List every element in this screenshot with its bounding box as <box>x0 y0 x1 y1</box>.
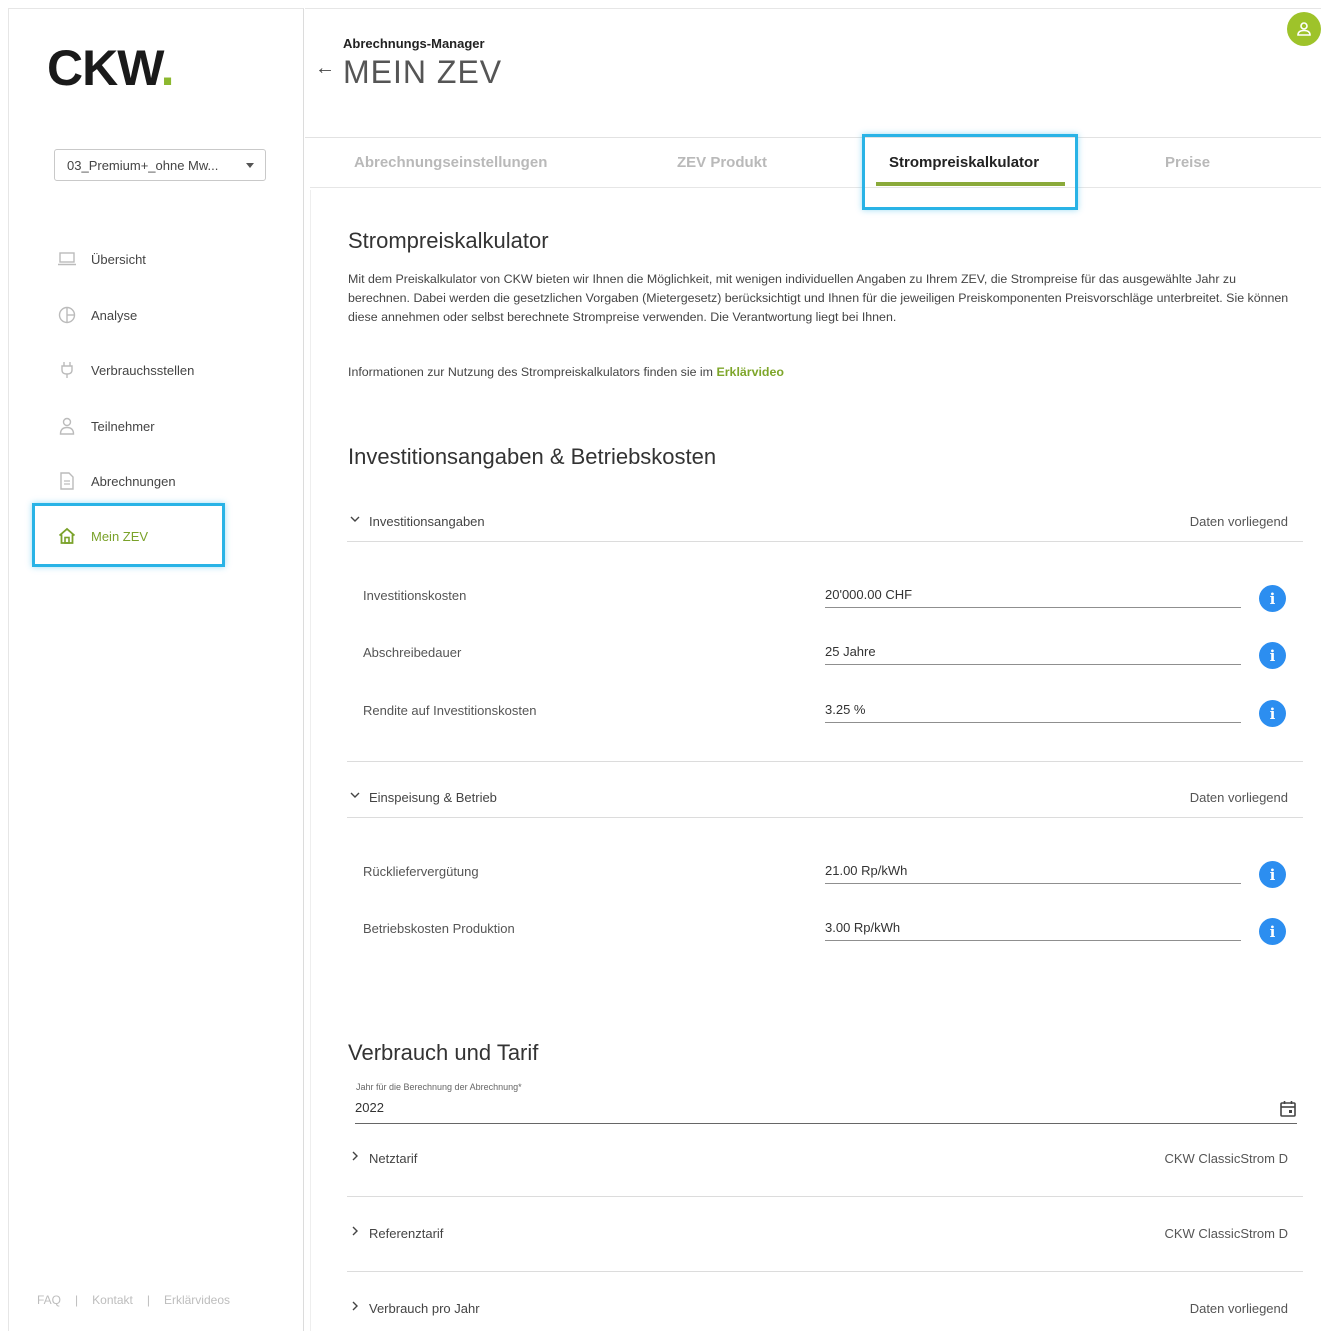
faq-link[interactable]: FAQ <box>37 1293 61 1307</box>
section-title-investment: Investitionsangaben & Betriebskosten <box>348 444 717 469</box>
accordion-value: Daten vorliegend <box>1189 1301 1288 1316</box>
field-label-betriebskosten: Betriebskosten Produktion <box>363 921 515 936</box>
year-value: 2022 <box>355 1100 384 1115</box>
info-icon[interactable]: i <box>1259 642 1286 669</box>
highlight-box-nav <box>32 503 225 567</box>
sidebar: CKW. 03_Premium+_ohne Mw... Übersicht An… <box>8 8 304 1331</box>
sidebar-item-label: Analyse <box>91 307 138 323</box>
tab-bar: Abrechnungseinstellungen ZEV Produkt Str… <box>310 140 1321 188</box>
explainer-videos-link[interactable]: Erklärvideos <box>164 1293 230 1307</box>
betriebskosten-input[interactable]: 3.00 Rp/kWh <box>825 917 1241 941</box>
sidebar-item-verbrauchsstellen[interactable]: Verbrauchsstellen <box>57 355 194 385</box>
rendite-input[interactable]: 3.25 % <box>825 699 1241 723</box>
project-select[interactable]: 03_Premium+_ohne Mw... <box>54 149 266 181</box>
chevron-right-icon <box>349 1225 361 1240</box>
sidebar-item-analyse[interactable]: Analyse <box>57 300 137 330</box>
info-icon[interactable]: i <box>1259 861 1286 888</box>
contact-link[interactable]: Kontakt <box>92 1293 133 1307</box>
investitionskosten-input[interactable]: 20'000.00 CHF <box>825 584 1241 608</box>
info-icon[interactable]: i <box>1259 700 1286 727</box>
chevron-down-icon <box>349 789 361 804</box>
sidebar-item-uebersicht[interactable]: Übersicht <box>57 244 146 274</box>
intro-text: Mit dem Preiskalkulator von CKW bieten w… <box>348 272 1289 324</box>
chevron-down-icon <box>349 513 361 528</box>
person-icon <box>1297 22 1311 36</box>
sidebar-item-label: Übersicht <box>91 251 146 267</box>
accordion-verbrauch-pro-jahr[interactable]: Verbrauch pro Jahr Daten vorliegend <box>347 1289 1303 1329</box>
year-field-label: Jahr für die Berechnung der Abrechnung* <box>356 1082 522 1092</box>
page-header: Abrechnungs-Manager ← MEIN ZEV <box>305 8 1321 138</box>
laptop-icon <box>57 250 77 268</box>
accordion-label: Investitionsangaben <box>369 514 485 529</box>
abschreibedauer-input[interactable]: 25 Jahre <box>825 641 1241 665</box>
chevron-right-icon <box>349 1150 361 1165</box>
section-title-strompreiskalkulator: Strompreiskalkulator <box>348 228 549 253</box>
sidebar-item-label: Teilnehmer <box>91 418 155 434</box>
section-divider <box>347 761 1303 762</box>
page-subtitle: Abrechnungs-Manager <box>343 36 485 51</box>
accordion-label: Netztarif <box>369 1151 418 1166</box>
accordion-status: Daten vorliegend <box>1189 790 1288 805</box>
accordion-label: Referenztarif <box>369 1226 444 1241</box>
user-avatar[interactable] <box>1287 12 1321 46</box>
field-label-investitionskosten: Investitionskosten <box>363 588 467 603</box>
info-icon[interactable]: i <box>1259 585 1286 612</box>
accordion-status: Daten vorliegend <box>1189 514 1288 529</box>
accordion-referenztarif[interactable]: Referenztarif CKW ClassicStrom D <box>347 1214 1303 1272</box>
ruecklieferverguetung-input[interactable]: 21.00 Rp/kWh <box>825 860 1241 884</box>
footer-separator: | <box>146 1293 150 1307</box>
calendar-icon[interactable] <box>1279 1100 1297 1121</box>
accordion-label: Einspeisung & Betrieb <box>369 790 497 805</box>
info-text-prefix: Informationen zur Nutzung des Strompreis… <box>348 365 714 379</box>
tab-abrechnungseinstellungen[interactable]: Abrechnungseinstellungen <box>354 154 547 171</box>
ckw-logo[interactable]: CKW. <box>47 43 175 93</box>
chevron-down-icon <box>246 163 254 168</box>
accordion-investitionsangaben[interactable]: Investitionsangaben Daten vorliegend <box>347 502 1303 542</box>
tab-preise[interactable]: Preise <box>1165 154 1210 171</box>
project-select-value: 03_Premium+_ohne Mw... <box>67 158 219 173</box>
main-content: Strompreiskalkulator Mit dem Preiskalkul… <box>310 190 1321 1331</box>
year-input[interactable]: 2022 <box>355 1100 1297 1124</box>
info-icon[interactable]: i <box>1259 918 1286 945</box>
section-title-verbrauch: Verbrauch und Tarif <box>348 1040 539 1065</box>
sidebar-item-teilnehmer[interactable]: Teilnehmer <box>57 411 155 441</box>
plug-icon <box>57 361 77 379</box>
footer-links: FAQ | Kontakt | Erklärvideos <box>37 1293 230 1307</box>
field-label-rendite: Rendite auf Investitionskosten <box>363 703 537 718</box>
field-label-abschreibedauer: Abschreibedauer <box>363 645 462 660</box>
accordion-einspeisung-betrieb[interactable]: Einspeisung & Betrieb Daten vorliegend <box>347 778 1303 818</box>
accordion-value: CKW ClassicStrom D <box>1164 1151 1288 1166</box>
accordion-value: CKW ClassicStrom D <box>1164 1226 1288 1241</box>
chevron-right-icon <box>349 1300 361 1315</box>
page-title: MEIN ZEV <box>343 54 503 90</box>
sidebar-item-label: Abrechnungen <box>91 473 176 489</box>
field-label-ruecklieferverguetung: Rückliefervergütung <box>363 864 479 879</box>
document-icon <box>57 472 77 490</box>
accordion-label: Verbrauch pro Jahr <box>369 1301 480 1316</box>
person-icon <box>57 417 77 435</box>
back-arrow-icon[interactable]: ← <box>315 57 335 80</box>
accordion-netztarif[interactable]: Netztarif CKW ClassicStrom D <box>347 1139 1303 1197</box>
info-text: Informationen zur Nutzung des Strompreis… <box>348 363 1293 382</box>
explainer-video-link[interactable]: Erklärvideo <box>716 365 784 379</box>
footer-separator: | <box>75 1293 79 1307</box>
sidebar-item-label: Verbrauchsstellen <box>91 362 195 378</box>
sidebar-item-abrechnungen[interactable]: Abrechnungen <box>57 466 176 496</box>
tab-zev-produkt[interactable]: ZEV Produkt <box>677 154 767 171</box>
pie-chart-icon <box>57 306 77 324</box>
